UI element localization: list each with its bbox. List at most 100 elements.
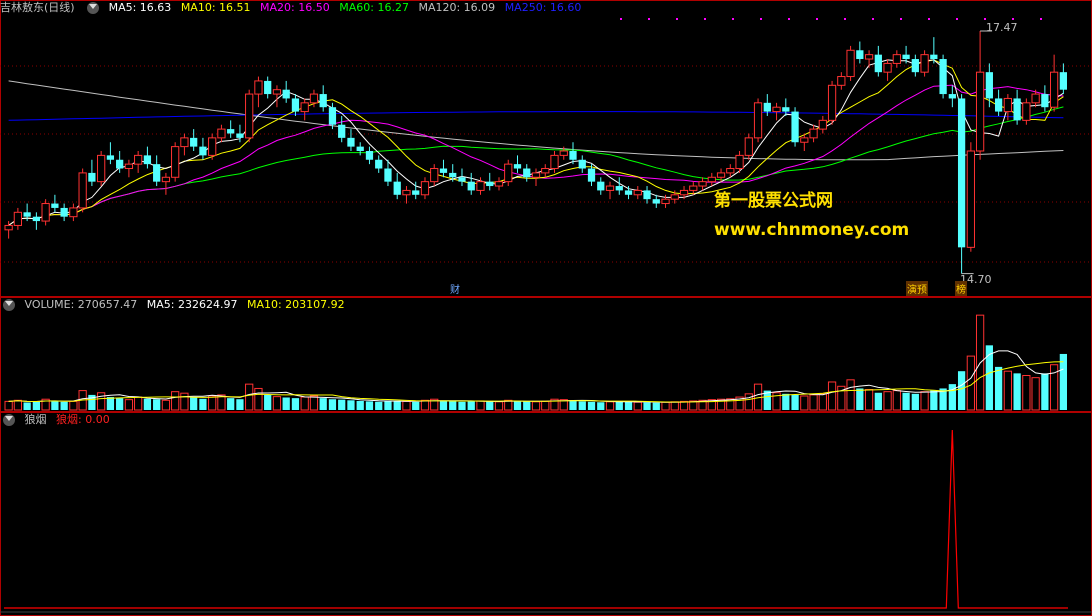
candle-body bbox=[106, 155, 115, 160]
main-pane-border bbox=[0, 0, 1092, 297]
volume-bar bbox=[97, 392, 106, 411]
candle-body bbox=[911, 59, 919, 73]
top-marker-dot bbox=[620, 18, 622, 20]
candle-body bbox=[328, 107, 337, 125]
volume-bar bbox=[300, 396, 309, 411]
volume-bar bbox=[309, 395, 319, 411]
candle-body bbox=[920, 54, 929, 73]
indicator-pane[interactable]: 狼烟 狼烟: 0.00 bbox=[0, 412, 1092, 616]
candle-body bbox=[716, 172, 726, 178]
indicator-pane-menu-icon[interactable] bbox=[3, 414, 15, 426]
volume-pane[interactable]: VOLUME: 270657.47 MA5: 232624.97 MA10: 2… bbox=[0, 297, 1092, 412]
candle-body bbox=[856, 50, 864, 60]
volume-bar bbox=[467, 401, 475, 410]
volume-bar bbox=[458, 401, 466, 410]
langyan-signal-line bbox=[4, 429, 1068, 609]
volume-bar bbox=[449, 401, 457, 410]
candle-body bbox=[254, 80, 263, 95]
volume-bar bbox=[883, 391, 892, 411]
watermark-url: www.chnmoney.com bbox=[714, 220, 910, 240]
volume-chart[interactable] bbox=[0, 297, 1092, 412]
candle-body bbox=[652, 199, 660, 204]
volume-bar bbox=[347, 400, 355, 410]
candle-body bbox=[531, 172, 541, 178]
candle-body bbox=[504, 163, 513, 183]
volume-bar bbox=[1022, 375, 1031, 411]
candlestick-chart[interactable] bbox=[0, 0, 1092, 297]
candle-body bbox=[365, 151, 374, 160]
volume-bar bbox=[365, 401, 374, 410]
top-marker-dot bbox=[900, 18, 902, 20]
volume-bar bbox=[476, 400, 485, 411]
indicator-menu-icon[interactable] bbox=[87, 2, 100, 14]
ma120-label: MA120: 16.09 bbox=[418, 1, 496, 14]
candle-body bbox=[1059, 72, 1067, 90]
candle-body bbox=[550, 154, 559, 170]
candle-body bbox=[994, 98, 1003, 112]
volume-bar bbox=[106, 397, 115, 410]
volume-bar bbox=[892, 390, 901, 411]
volume-bar bbox=[60, 401, 68, 410]
candle-body bbox=[458, 177, 466, 182]
volume-bar bbox=[208, 395, 217, 411]
candle-body bbox=[670, 194, 679, 200]
top-marker-dot bbox=[928, 18, 930, 20]
event-marker-cai[interactable]: 财 bbox=[449, 281, 461, 296]
top-marker-dot bbox=[704, 18, 706, 20]
volume-bar bbox=[679, 400, 689, 411]
candle-body bbox=[476, 181, 485, 191]
volume-bar bbox=[523, 401, 531, 410]
top-marker-dot bbox=[1012, 18, 1014, 20]
candle-body bbox=[486, 181, 494, 187]
volume-bar bbox=[994, 366, 1003, 410]
candle-body bbox=[624, 190, 633, 195]
volume-bar bbox=[957, 371, 966, 410]
candle-body bbox=[643, 190, 651, 200]
event-marker-yanyu[interactable]: 演预 bbox=[906, 281, 928, 296]
top-marker-dot bbox=[872, 18, 874, 20]
candle-body bbox=[837, 76, 846, 86]
candle-body bbox=[1041, 94, 1049, 108]
volume-bar bbox=[864, 389, 874, 411]
volume-bar bbox=[23, 402, 31, 410]
candle-body bbox=[161, 176, 171, 183]
top-marker-dot bbox=[1040, 18, 1042, 20]
candle-body bbox=[966, 150, 975, 248]
volume-bar bbox=[161, 399, 171, 411]
volume-bar bbox=[1031, 377, 1040, 411]
candle-body bbox=[985, 72, 993, 99]
volume-bar bbox=[809, 394, 818, 411]
volume-bar bbox=[541, 400, 550, 411]
volume-bar bbox=[1003, 370, 1012, 411]
candle-body bbox=[578, 159, 586, 169]
main-chart-pane[interactable]: 吉林敖东(日线) MA5: 16.63 MA10: 16.51 MA20: 16… bbox=[0, 0, 1092, 297]
candle-body bbox=[338, 124, 346, 138]
candle-body bbox=[679, 189, 689, 196]
volume-bar bbox=[531, 401, 541, 411]
volume-bar bbox=[420, 399, 430, 411]
volume-bar bbox=[236, 399, 244, 410]
volume-bar bbox=[328, 399, 337, 410]
volume-bar bbox=[930, 390, 938, 410]
volume-label: VOLUME: 270657.47 bbox=[24, 298, 138, 311]
ma10-label: MA10: 16.51 bbox=[180, 1, 251, 14]
indicator-chart[interactable] bbox=[0, 412, 1092, 616]
volume-bar bbox=[874, 392, 882, 410]
volume-bar bbox=[291, 398, 300, 410]
candle-body bbox=[744, 137, 753, 156]
volume-menu-icon[interactable] bbox=[3, 299, 15, 311]
candle-body bbox=[587, 168, 596, 182]
candle-body bbox=[199, 146, 207, 156]
candle-body bbox=[1013, 98, 1021, 121]
volume-bar bbox=[643, 402, 651, 410]
candle-body bbox=[753, 102, 763, 139]
event-marker-bang[interactable]: 榜 bbox=[955, 281, 967, 296]
candle-body bbox=[818, 119, 827, 130]
volume-bar bbox=[180, 392, 189, 411]
volume-bar bbox=[116, 398, 124, 410]
volume-bar bbox=[486, 401, 494, 410]
candle-body bbox=[494, 181, 504, 187]
indicator-value: 狼烟: 0.00 bbox=[56, 413, 110, 426]
main-chart-header: 吉林敖东(日线) MA5: 16.63 MA10: 16.51 MA20: 16… bbox=[0, 0, 587, 16]
candle-body bbox=[939, 59, 947, 95]
